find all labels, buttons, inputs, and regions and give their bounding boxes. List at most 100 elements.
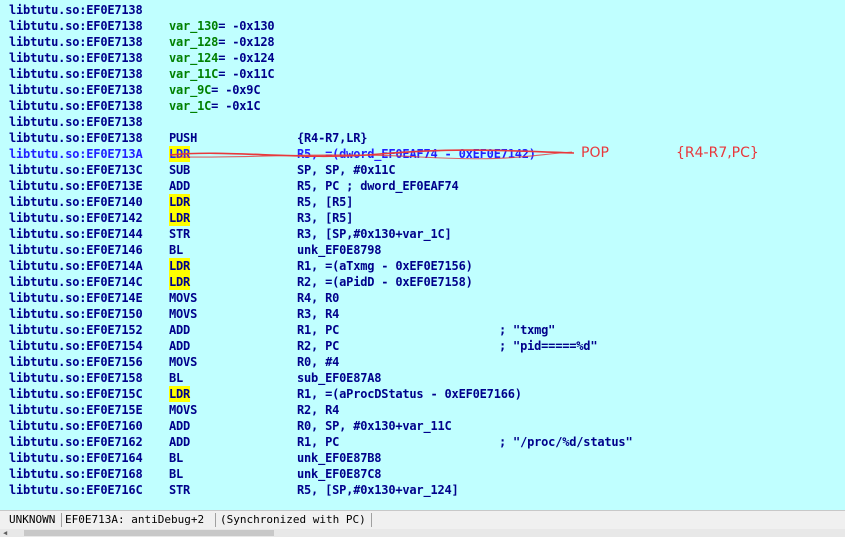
listing-line[interactable]: libtutu.so:EF0E7156 MOVS R0, #4 xyxy=(9,354,339,370)
instruction-operands[interactable]: SP, SP, #0x11C xyxy=(297,162,396,178)
line-address[interactable]: libtutu.so:EF0E7138 xyxy=(9,2,169,18)
line-address[interactable]: libtutu.so:EF0E7150 xyxy=(9,306,169,322)
listing-line[interactable]: libtutu.so:EF0E7138 var_128= -0x128 xyxy=(9,34,275,50)
line-address[interactable]: libtutu.so:EF0E7160 xyxy=(9,418,169,434)
stack-variable-name[interactable]: var_124 xyxy=(169,51,218,65)
instruction-mnemonic[interactable]: STR xyxy=(169,226,190,242)
line-address[interactable]: libtutu.so:EF0E714A xyxy=(9,258,169,274)
instruction-operands[interactable]: R1, =(aProcDStatus - 0xEF0E7166) xyxy=(297,386,522,402)
line-address[interactable]: libtutu.so:EF0E7156 xyxy=(9,354,169,370)
instruction-operands[interactable]: R2, =(aPidD - 0xEF0E7158) xyxy=(297,274,473,290)
line-address[interactable]: libtutu.so:EF0E7162 xyxy=(9,434,169,450)
instruction-mnemonic[interactable]: BL xyxy=(169,370,183,386)
line-address[interactable]: libtutu.so:EF0E7152 xyxy=(9,322,169,338)
listing-line[interactable]: libtutu.so:EF0E7138 var_11C= -0x11C xyxy=(9,66,275,82)
listing-line[interactable]: libtutu.so:EF0E7154 ADD R2, PC ; "pid=====%… xyxy=(9,338,598,354)
listing-line[interactable]: libtutu.so:EF0E7162 ADD R1, PC ; "/proc/%d/… xyxy=(9,434,633,450)
listing-line[interactable]: libtutu.so:EF0E7152 ADD R1, PC ; "txmg" xyxy=(9,322,555,338)
line-address[interactable]: libtutu.so:EF0E7142 xyxy=(9,210,169,226)
stack-variable-name[interactable]: var_1C xyxy=(169,99,211,113)
line-address[interactable]: libtutu.so:EF0E7144 xyxy=(9,226,169,242)
listing-line[interactable]: libtutu.so:EF0E714C LDR R2, =(aPidD - 0xEF… xyxy=(9,274,473,290)
instruction-operands[interactable]: R5, PC ; dword_EF0EAF74 xyxy=(297,178,459,194)
line-address[interactable]: libtutu.so:EF0E714C xyxy=(9,274,169,290)
listing-line[interactable]: libtutu.so:EF0E7138 xyxy=(9,114,169,130)
listing-line[interactable]: libtutu.so:EF0E7138 var_1C= -0x1C xyxy=(9,98,261,114)
line-address[interactable]: libtutu.so:EF0E7154 xyxy=(9,338,169,354)
instruction-operands[interactable]: R1, =(aTxmg - 0xEF0E7156) xyxy=(297,258,473,274)
listing-line[interactable]: libtutu.so:EF0E714E MOVS R4, R0 xyxy=(9,290,339,306)
listing-line[interactable]: libtutu.so:EF0E713E ADD R5, PC ; dword_EF0… xyxy=(9,178,459,194)
stack-variable-name[interactable]: var_128 xyxy=(169,35,218,49)
stack-variable-name[interactable]: var_9C xyxy=(169,83,211,97)
line-address[interactable]: libtutu.so:EF0E713C xyxy=(9,162,169,178)
listing-line[interactable]: libtutu.so:EF0E7160 ADD R0, SP, #0x130+var… xyxy=(9,418,452,434)
instruction-operands[interactable]: R5, [SP,#0x130+var_124] xyxy=(297,482,459,498)
listing-line[interactable]: libtutu.so:EF0E7140 LDR R5, [R5] xyxy=(9,194,353,210)
instruction-mnemonic[interactable]: ADD xyxy=(169,418,190,434)
listing-line[interactable]: libtutu.so:EF0E7158 BL sub_EF0E87A8 xyxy=(9,370,381,386)
listing-line[interactable]: libtutu.so:EF0E7164 BL unk_EF0E87B8 xyxy=(9,450,381,466)
listing-line[interactable]: libtutu.so:EF0E715E MOVS R2, R4 xyxy=(9,402,339,418)
instruction-mnemonic[interactable]: BL xyxy=(169,450,183,466)
line-address[interactable]: libtutu.so:EF0E7138 xyxy=(9,50,169,66)
instruction-mnemonic[interactable]: MOVS xyxy=(169,306,197,322)
line-address[interactable]: libtutu.so:EF0E7138 xyxy=(9,114,169,130)
scrollbar-thumb[interactable] xyxy=(24,530,274,536)
listing-line[interactable]: libtutu.so:EF0E714A LDR R1, =(aTxmg - 0xEF… xyxy=(9,258,473,274)
listing-line[interactable]: libtutu.so:EF0E7138 var_9C= -0x9C xyxy=(9,82,261,98)
line-address[interactable]: libtutu.so:EF0E7158 xyxy=(9,370,169,386)
instruction-operands[interactable]: R5, =(dword_EF0EAF74 - 0xEF0E7142) xyxy=(297,146,536,162)
line-address[interactable]: libtutu.so:EF0E7138 xyxy=(9,18,169,34)
line-address[interactable]: libtutu.so:EF0E716C xyxy=(9,482,169,498)
line-address[interactable]: libtutu.so:EF0E7164 xyxy=(9,450,169,466)
line-address[interactable]: libtutu.so:EF0E715C xyxy=(9,386,169,402)
listing-line[interactable]: libtutu.so:EF0E7146 BL unk_EF0E8798 xyxy=(9,242,381,258)
listing-line[interactable]: libtutu.so:EF0E7138 xyxy=(9,2,169,18)
instruction-mnemonic[interactable]: LDR xyxy=(169,274,190,290)
instruction-operands[interactable]: R2, PC xyxy=(297,338,339,354)
instruction-mnemonic[interactable]: ADD xyxy=(169,338,190,354)
disassembly-listing[interactable]: libtutu.so:EF0E7138 libtutu.so:EF0E7138 va… xyxy=(0,0,845,510)
instruction-mnemonic[interactable]: SUB xyxy=(169,162,190,178)
instruction-operands[interactable]: R3, R4 xyxy=(297,306,339,322)
line-address[interactable]: libtutu.so:EF0E713E xyxy=(9,178,169,194)
instruction-operands[interactable]: unk_EF0E87B8 xyxy=(297,450,381,466)
instruction-mnemonic[interactable]: BL xyxy=(169,242,183,258)
instruction-operands[interactable]: R3, [R5] xyxy=(297,210,353,226)
listing-line[interactable]: libtutu.so:EF0E713C SUB SP, SP, #0x11C xyxy=(9,162,396,178)
listing-line[interactable]: libtutu.so:EF0E713A LDR R5, =(dword_EF0EAF… xyxy=(9,146,536,162)
instruction-operands[interactable]: R0, #4 xyxy=(297,354,339,370)
listing-line[interactable]: libtutu.so:EF0E716C STR R5, [SP,#0x130+var… xyxy=(9,482,459,498)
instruction-operands[interactable]: R1, PC xyxy=(297,322,339,338)
instruction-mnemonic[interactable]: LDR xyxy=(169,210,190,226)
instruction-mnemonic[interactable]: MOVS xyxy=(169,402,197,418)
instruction-operands[interactable]: unk_EF0E8798 xyxy=(297,242,381,258)
instruction-mnemonic[interactable]: LDR xyxy=(169,386,190,402)
instruction-mnemonic[interactable]: LDR xyxy=(169,194,190,210)
instruction-mnemonic[interactable]: LDR xyxy=(169,258,190,274)
listing-line[interactable]: libtutu.so:EF0E7168 BL unk_EF0E87C8 xyxy=(9,466,381,482)
listing-line[interactable]: libtutu.so:EF0E7142 LDR R3, [R5] xyxy=(9,210,353,226)
listing-line[interactable]: libtutu.so:EF0E7150 MOVS R3, R4 xyxy=(9,306,339,322)
listing-line[interactable]: libtutu.so:EF0E7138 PUSH {R4-R7,LR} xyxy=(9,130,367,146)
instruction-mnemonic[interactable]: ADD xyxy=(169,322,190,338)
instruction-operands[interactable]: R5, [R5] xyxy=(297,194,353,210)
listing-line[interactable]: libtutu.so:EF0E715C LDR R1, =(aProcDStatus… xyxy=(9,386,522,402)
line-address[interactable]: libtutu.so:EF0E7146 xyxy=(9,242,169,258)
instruction-operands[interactable]: R0, SP, #0x130+var_11C xyxy=(297,418,452,434)
instruction-mnemonic[interactable]: MOVS xyxy=(169,354,197,370)
instruction-mnemonic[interactable]: ADD xyxy=(169,178,190,194)
line-address[interactable]: libtutu.so:EF0E7138 xyxy=(9,66,169,82)
listing-line[interactable]: libtutu.so:EF0E7144 STR R3, [SP,#0x130+var… xyxy=(9,226,452,242)
instruction-mnemonic[interactable]: MOVS xyxy=(169,290,197,306)
line-address[interactable]: libtutu.so:EF0E7138 xyxy=(9,130,169,146)
line-address[interactable]: libtutu.so:EF0E713A xyxy=(9,146,169,162)
instruction-mnemonic[interactable]: STR xyxy=(169,482,190,498)
instruction-operands[interactable]: R2, R4 xyxy=(297,402,339,418)
instruction-operands[interactable]: sub_EF0E87A8 xyxy=(297,370,381,386)
stack-variable-name[interactable]: var_11C xyxy=(169,67,218,81)
line-address[interactable]: libtutu.so:EF0E7168 xyxy=(9,466,169,482)
instruction-operands[interactable]: R1, PC xyxy=(297,434,339,450)
line-address[interactable]: libtutu.so:EF0E7138 xyxy=(9,82,169,98)
